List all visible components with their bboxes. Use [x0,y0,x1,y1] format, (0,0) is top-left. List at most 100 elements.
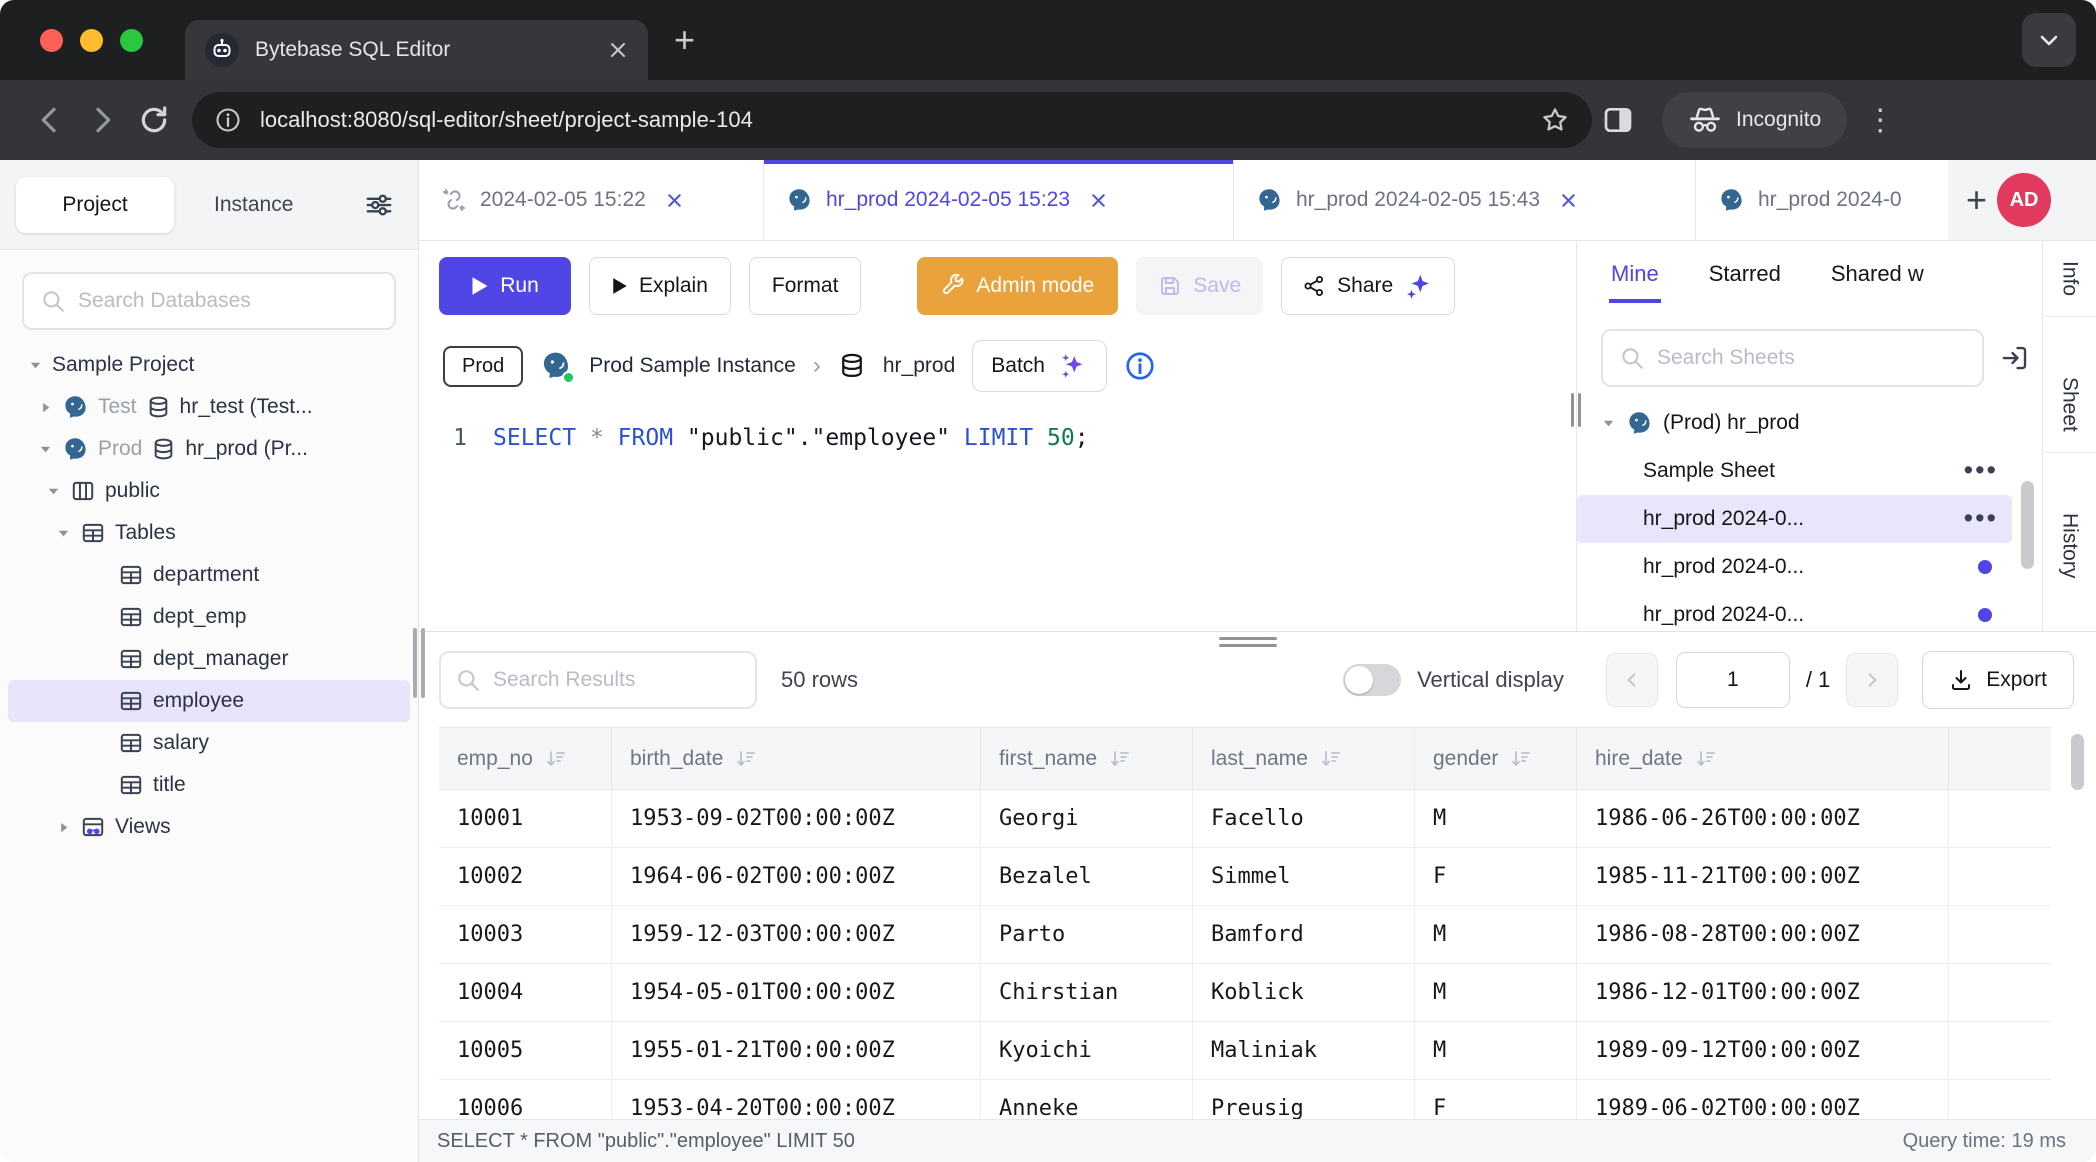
table-row[interactable]: 100011953-09-02T00:00:00ZGeorgiFacelloM1… [439,790,2051,848]
table-cell[interactable]: Koblick [1193,964,1415,1021]
sort-icon[interactable] [1108,747,1132,771]
table-cell[interactable]: 10006 [439,1080,612,1119]
sidebar-tab-instance[interactable]: Instance [214,193,293,217]
table-cell[interactable]: 1953-09-02T00:00:00Z [612,790,981,847]
next-page-button[interactable] [1846,653,1898,707]
column-header-birth_date[interactable]: birth_date [612,728,981,789]
tree-item-salary[interactable]: salary [8,722,410,764]
table-cell[interactable]: Bamford [1193,906,1415,963]
user-avatar[interactable]: AD [1997,173,2051,227]
tree-item-sample-project[interactable]: Sample Project [8,344,410,386]
format-button[interactable]: Format [749,257,862,315]
run-button[interactable]: Run [439,257,571,315]
save-button[interactable]: Save [1136,257,1263,315]
table-cell[interactable]: 1953-04-20T00:00:00Z [612,1080,981,1119]
tree-item-dept_manager[interactable]: dept_manager [8,638,410,680]
close-icon[interactable] [1089,191,1108,210]
back-button[interactable] [24,94,76,146]
tree-item-department[interactable]: department [8,554,410,596]
table-cell[interactable]: 10001 [439,790,612,847]
sort-icon[interactable] [544,747,568,771]
tree-item-title[interactable]: title [8,764,410,806]
sheet-item-4[interactable]: hr_prod 2024-0... [1577,591,2012,631]
batch-button[interactable]: Batch [972,340,1107,392]
url-bar[interactable]: localhost:8080/sql-editor/sheet/project-… [192,92,1592,148]
instance-name[interactable]: Prod Sample Instance [589,354,796,378]
editor-tab-4[interactable]: hr_prod 2024-0 [1696,160,1948,240]
caret-down-icon[interactable] [28,358,43,373]
vertical-display-toggle[interactable] [1343,664,1401,696]
tree-item-dept_emp[interactable]: dept_emp [8,596,410,638]
table-cell[interactable]: 1989-06-02T00:00:00Z [1577,1080,1949,1119]
close-window-button[interactable] [40,29,63,52]
table-cell[interactable]: 1986-08-28T00:00:00Z [1577,906,1949,963]
table-cell[interactable]: 10005 [439,1022,612,1079]
table-cell[interactable]: 1955-01-21T00:00:00Z [612,1022,981,1079]
caret-down-icon[interactable] [46,484,61,499]
site-info-icon[interactable] [214,106,242,134]
table-cell[interactable]: 1959-12-03T00:00:00Z [612,906,981,963]
table-row[interactable]: 100041954-05-01T00:00:00ZChirstianKoblic… [439,964,2051,1022]
sheets-tab-starred[interactable]: Starred [1707,245,1783,303]
close-tab-icon[interactable] [608,40,628,60]
table-cell[interactable]: 1985-11-21T00:00:00Z [1577,848,1949,905]
table-cell[interactable]: Georgi [981,790,1193,847]
table-cell[interactable]: F [1415,848,1577,905]
sheets-tab-shared-w[interactable]: Shared w [1829,245,1926,303]
close-icon[interactable] [1559,191,1578,210]
table-row[interactable]: 100051955-01-21T00:00:00ZKyoichiMaliniak… [439,1022,2051,1080]
table-cell[interactable]: M [1415,1022,1577,1079]
filter-sliders-icon[interactable] [364,190,394,220]
table-cell[interactable]: Preusig [1193,1080,1415,1119]
column-header-first_name[interactable]: first_name [981,728,1193,789]
table-cell[interactable]: 1989-09-12T00:00:00Z [1577,1022,1949,1079]
table-cell[interactable]: Facello [1193,790,1415,847]
caret-right-icon[interactable] [56,820,71,835]
tree-item-employee[interactable]: employee [8,680,410,722]
tree-item-Test-hr_test-test[interactable]: Testhr_test (Test... [8,386,410,428]
table-row[interactable]: 100021964-06-02T00:00:00ZBezalelSimmelF1… [439,848,2051,906]
sheet-group[interactable]: (Prod) hr_prod [1577,399,2012,447]
table-cell[interactable]: M [1415,906,1577,963]
sheets-tab-mine[interactable]: Mine [1609,245,1661,303]
table-cell[interactable]: 1986-06-26T00:00:00Z [1577,790,1949,847]
table-scrollbar[interactable] [2071,734,2084,790]
tree-item-public[interactable]: public [8,470,410,512]
page-number-input[interactable]: 1 [1676,652,1790,708]
sheet-menu-icon[interactable]: ••• [1964,464,2012,478]
rail-tab-sheet[interactable]: Sheet [2058,357,2082,452]
export-button[interactable]: Export [1922,651,2074,709]
info-circle-icon[interactable] [1124,350,1156,382]
table-cell[interactable]: Anneke [981,1080,1193,1119]
sheet-item-1[interactable]: Sample Sheet••• [1577,447,2012,495]
table-cell[interactable]: Maliniak [1193,1022,1415,1079]
forward-button[interactable] [76,94,128,146]
column-header-emp_no[interactable]: emp_no [439,728,612,789]
sidebar-tab-project[interactable]: Project [16,177,174,233]
table-cell[interactable]: Parto [981,906,1193,963]
table-row[interactable]: 100031959-12-03T00:00:00ZPartoBamfordM19… [439,906,2051,964]
table-cell[interactable]: 1986-12-01T00:00:00Z [1577,964,1949,1021]
sheet-list-scrollbar[interactable] [2021,481,2034,569]
search-results-input[interactable]: Search Results [439,651,757,709]
search-sheets-input[interactable]: Search Sheets [1601,329,1984,387]
editor-tab-3[interactable]: hr_prod 2024-02-05 15:43 [1234,160,1696,240]
column-header-hire_date[interactable]: hire_date [1577,728,1949,789]
side-panel-icon[interactable] [1592,94,1644,146]
caret-down-icon[interactable] [38,442,53,457]
reload-button[interactable] [128,94,180,146]
tree-item-views[interactable]: Views [8,806,410,848]
tree-item-tables[interactable]: Tables [8,512,410,554]
browser-tab[interactable]: Bytebase SQL Editor [185,20,648,80]
sort-icon[interactable] [1694,747,1718,771]
sql-editor[interactable]: 1 SELECT * FROM "public"."employee" LIMI… [419,401,1576,631]
caret-down-icon[interactable] [1601,416,1616,431]
editor-tab-1[interactable]: 2024-02-05 15:22 [419,160,764,240]
sheet-item-2[interactable]: hr_prod 2024-0...••• [1577,495,2012,543]
rail-tab-info[interactable]: Info [2058,241,2082,316]
sort-icon[interactable] [1509,747,1533,771]
sheet-menu-icon[interactable]: ••• [1964,512,2012,526]
sort-icon[interactable] [1319,747,1343,771]
table-cell[interactable]: M [1415,790,1577,847]
table-cell[interactable]: 10004 [439,964,612,1021]
